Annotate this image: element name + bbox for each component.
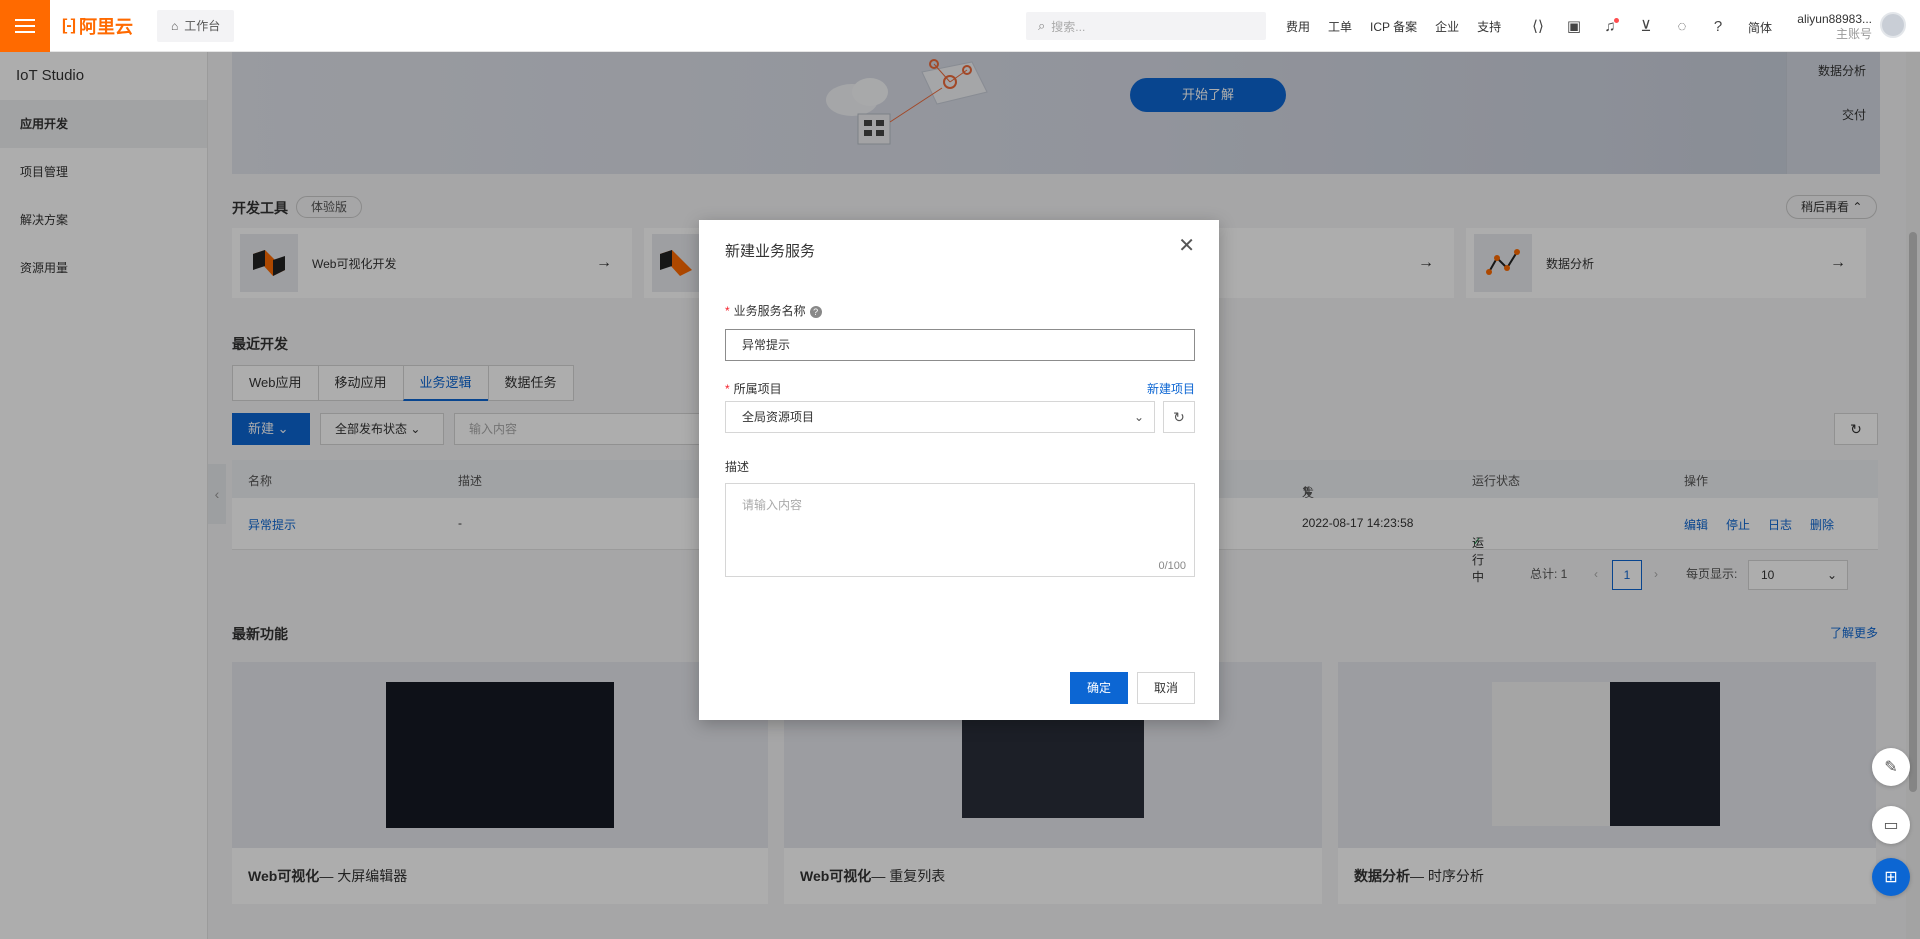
apps-float-button[interactable]: ⊞ <box>1872 858 1910 896</box>
pencil-icon: ✎ <box>1884 759 1898 776</box>
hamburger-icon <box>15 18 35 33</box>
new-project-link[interactable]: 新建项目 <box>1147 380 1195 397</box>
aliyun-logo-icon: [-] <box>62 16 76 34</box>
dialog-title: 新建业务服务 <box>725 243 816 260</box>
edit-float-button[interactable]: ✎ <box>1872 748 1910 786</box>
account-info[interactable]: aliyun88983... 主账号 <box>1792 12 1872 42</box>
required-marker: * <box>725 382 730 396</box>
description-char-count: 0/100 <box>1158 560 1186 572</box>
logo-text: 阿里云 <box>78 16 133 37</box>
project-select[interactable]: 全局资源项目 ⌄ <box>725 401 1155 433</box>
nav-link-enterprise[interactable]: 企业 <box>1435 18 1459 35</box>
workbench-label: 工作台 <box>184 19 221 33</box>
project-refresh-button[interactable]: ↻ <box>1163 401 1195 433</box>
lightbulb-icon[interactable]: ◌ <box>1674 18 1690 35</box>
global-search-input[interactable]: ⌕ 搜索... <box>1026 12 1266 40</box>
description-placeholder: 请输入内容 <box>742 498 803 512</box>
confirm-button[interactable]: 确定 <box>1070 672 1128 704</box>
description-label: 描述 <box>725 460 750 474</box>
apps-grid-icon: ⊞ <box>1884 869 1898 886</box>
nav-link-icp[interactable]: ICP 备案 <box>1370 18 1417 35</box>
top-nav-links: 费用 工单 ICP 备案 企业 支持 <box>1286 0 1519 52</box>
cancel-button[interactable]: 取消 <box>1137 672 1195 704</box>
top-navigation-bar: [-] 阿里云 ⌂ 工作台 ⌕ 搜索... 费用 工单 ICP 备案 企业 支持… <box>0 0 1920 52</box>
help-circle-icon[interactable]: ? <box>1710 18 1726 35</box>
new-business-service-dialog: 新建业务服务 ✕ * 业务服务名称? 异常提示 * 所属项目 新建项目 全局资源项目… <box>699 220 1219 720</box>
hamburger-menu-button[interactable] <box>0 0 50 52</box>
top-nav-icons: ⟨⟩ ▣ ♫ ⊻ ◌ ? <box>1530 0 1746 52</box>
terminal-icon[interactable]: ▣ <box>1566 17 1582 35</box>
chevron-down-icon: ⌄ <box>1133 410 1144 424</box>
workbench-button[interactable]: ⌂ 工作台 <box>156 9 235 42</box>
description-textarea[interactable]: 请输入内容 0/100 <box>725 483 1195 577</box>
home-icon: ⌂ <box>170 18 179 33</box>
help-icon[interactable]: ? <box>809 305 822 318</box>
chat-icon: ▭ <box>1883 817 1899 834</box>
service-name-label: * 业务服务名称? <box>725 302 822 319</box>
nav-link-billing[interactable]: 费用 <box>1286 18 1310 35</box>
required-marker: * <box>725 304 730 318</box>
code-icon[interactable]: ⟨⟩ <box>1530 17 1546 35</box>
search-icon: ⌕ <box>1038 18 1046 33</box>
project-label-text: 所属项目 <box>733 382 782 396</box>
close-icon[interactable]: ✕ <box>1178 236 1195 256</box>
nav-link-support[interactable]: 支持 <box>1477 18 1501 35</box>
service-name-input[interactable]: 异常提示 <box>725 329 1195 361</box>
search-placeholder: 搜索... <box>1051 19 1086 34</box>
nav-link-tickets[interactable]: 工单 <box>1328 18 1352 35</box>
project-select-value: 全局资源项目 <box>742 410 815 424</box>
account-role: 主账号 <box>1835 27 1872 41</box>
language-switch[interactable]: 简体 <box>1748 19 1772 36</box>
bell-icon[interactable]: ♫ <box>1602 17 1619 35</box>
avatar[interactable] <box>1880 12 1906 38</box>
account-name: aliyun88983... <box>1797 12 1872 26</box>
refresh-icon: ↻ <box>1173 409 1185 425</box>
cart-icon[interactable]: ⊻ <box>1638 17 1654 35</box>
project-label: * 所属项目 <box>725 380 782 397</box>
service-name-label-text: 业务服务名称 <box>733 304 806 318</box>
chat-float-button[interactable]: ▭ <box>1872 806 1910 844</box>
aliyun-logo[interactable]: [-] 阿里云 <box>62 13 133 39</box>
